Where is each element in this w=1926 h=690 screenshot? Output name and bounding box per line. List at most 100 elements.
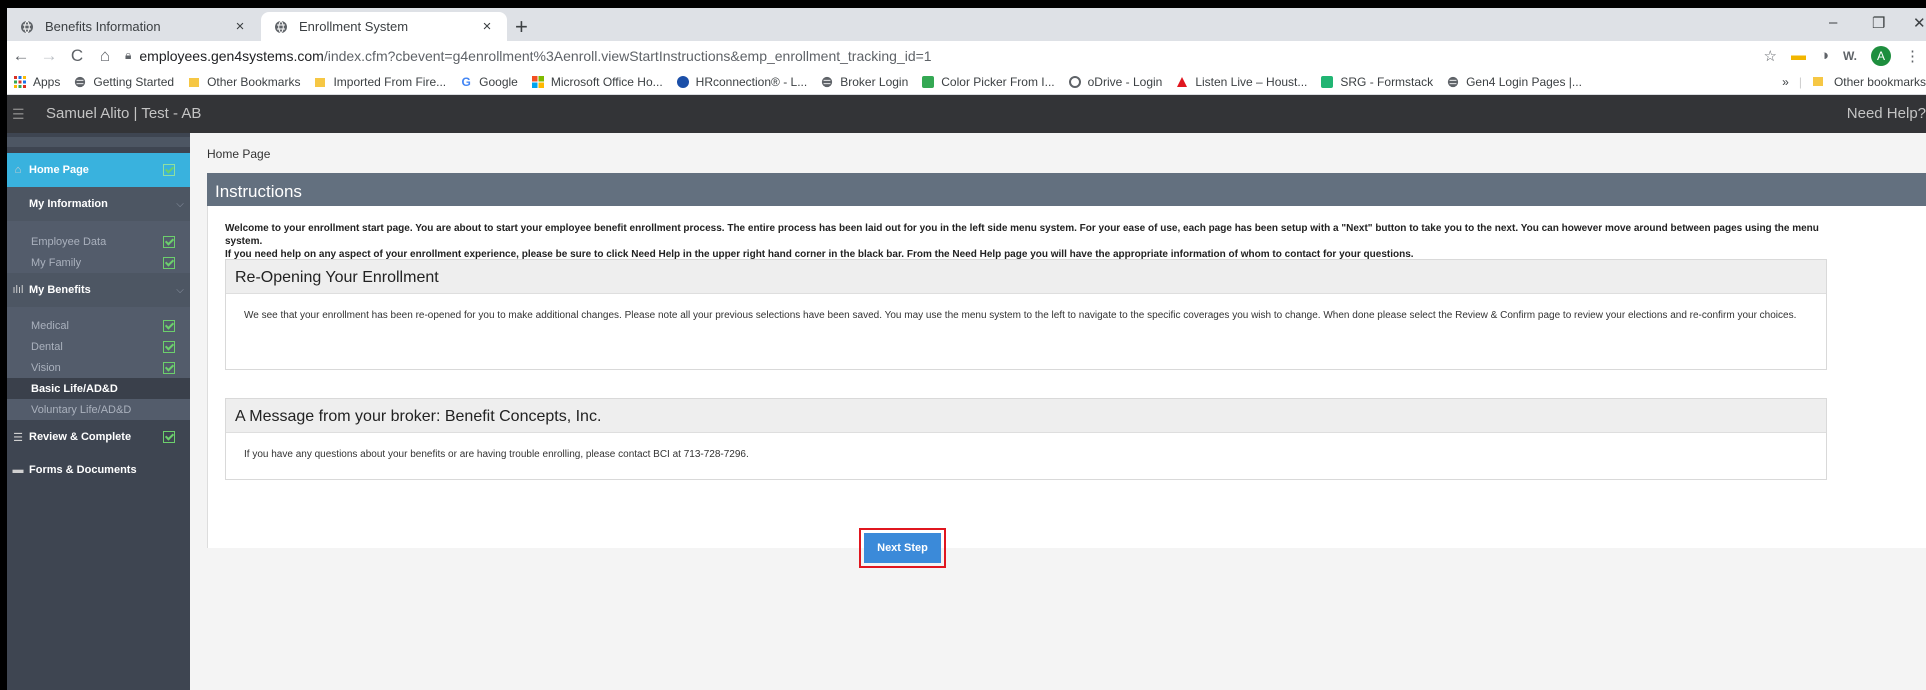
bookmark-microsoft[interactable]: Microsoft Office Ho... bbox=[531, 75, 663, 89]
check-icon bbox=[163, 256, 175, 269]
sidebar-item-label: Home Page bbox=[29, 164, 89, 176]
need-help-link[interactable]: Need Help? bbox=[1847, 105, 1926, 122]
other-bookmarks-link[interactable]: Other bookmarks bbox=[1834, 75, 1926, 89]
home-icon: ⌂ bbox=[14, 164, 22, 176]
sidebar-spacer bbox=[7, 221, 190, 231]
bookmark-formstack[interactable]: SRG - Formstack bbox=[1320, 75, 1433, 89]
bookmark-label: Apps bbox=[33, 75, 61, 89]
sidebar-item-label: Basic Life/AD&D bbox=[31, 382, 118, 395]
sidebar-item-basic-life[interactable]: Basic Life/AD&D bbox=[7, 378, 190, 399]
hrconnection-icon bbox=[676, 75, 690, 89]
sidebar-item-home[interactable]: ⌂ Home Page bbox=[7, 153, 197, 187]
bookmark-label: Google bbox=[479, 75, 518, 89]
globe-icon bbox=[1446, 75, 1460, 89]
profile-avatar[interactable]: A bbox=[1871, 45, 1891, 66]
more-menu-icon[interactable]: ⋮ bbox=[1905, 47, 1920, 65]
tab-benefits-information[interactable]: Benefits Information × bbox=[7, 12, 260, 41]
sidebar-item-dental[interactable]: Dental bbox=[7, 336, 190, 357]
check-icon bbox=[163, 319, 175, 332]
bookmarks-overflow-icon[interactable]: » bbox=[1782, 75, 1789, 89]
sidebar-section-label: My Information bbox=[29, 198, 108, 210]
sidebar-item-voluntary-life[interactable]: Voluntary Life/AD&D bbox=[7, 399, 190, 420]
star-icon[interactable]: ☆ bbox=[1763, 47, 1776, 65]
address-bar[interactable]: 🔒︎ employees.gen4systems.com/index.cfm?c… bbox=[125, 48, 932, 64]
bookmark-gen4-login[interactable]: Gen4 Login Pages |... bbox=[1446, 75, 1582, 89]
sidebar-section-label: My Benefits bbox=[29, 284, 91, 296]
folder-icon bbox=[1812, 75, 1824, 90]
next-step-highlight: Next Step bbox=[859, 528, 946, 568]
close-tab-icon[interactable]: × bbox=[230, 18, 250, 35]
bookmark-odrive[interactable]: oDrive - Login bbox=[1068, 75, 1162, 89]
bookmark-label: Imported From Fire... bbox=[333, 75, 447, 89]
bookmark-label: Listen Live – Houst... bbox=[1195, 75, 1308, 89]
sidebar: ⌂ Home Page My Information ⌵ Employee Da… bbox=[7, 133, 197, 690]
sidebar-item-review-complete[interactable]: ☰ Review & Complete bbox=[7, 421, 190, 453]
sidebar-item-forms-documents[interactable]: ▬ Forms & Documents bbox=[7, 454, 190, 486]
main-content: Home Page Instructions Welcome to your e… bbox=[190, 133, 1926, 690]
close-window-icon[interactable]: ✕ bbox=[1913, 14, 1926, 32]
globe-icon bbox=[273, 19, 289, 35]
sidebar-item-label: Medical bbox=[31, 319, 69, 332]
bookmark-listen-live[interactable]: Listen Live – Houst... bbox=[1175, 75, 1307, 89]
reopen-enrollment-box: Re-Opening Your Enrollment We see that y… bbox=[225, 259, 1827, 370]
forward-icon[interactable]: → bbox=[35, 46, 63, 66]
bookmark-other-bookmarks[interactable]: Other Bookmarks bbox=[187, 75, 300, 89]
back-icon[interactable]: ← bbox=[7, 46, 35, 66]
bookmark-broker-login[interactable]: Broker Login bbox=[820, 75, 908, 89]
bookmark-label: Microsoft Office Ho... bbox=[550, 75, 663, 89]
tab-title: Enrollment System bbox=[299, 19, 409, 34]
sidebar-item-label: Vision bbox=[31, 361, 61, 374]
sidebar-item-label: Forms & Documents bbox=[29, 464, 137, 476]
sidebar-item-label: Review & Complete bbox=[29, 431, 132, 443]
sidebar-section-my-benefits[interactable]: ılıl My Benefits ⌵ bbox=[7, 273, 190, 307]
restore-icon[interactable]: ❐ bbox=[1872, 14, 1885, 32]
extension-icon[interactable]: ▬ bbox=[1791, 47, 1806, 64]
instructions-panel: Welcome to your enrollment start page. Y… bbox=[207, 206, 1926, 568]
globe-icon bbox=[820, 75, 834, 89]
sidebar-item-medical[interactable]: Medical bbox=[7, 315, 190, 336]
separator: | bbox=[1798, 75, 1802, 89]
extension-circle-icon[interactable]: ◑ bbox=[1820, 47, 1829, 64]
tab-enrollment-system[interactable]: Enrollment System × bbox=[261, 12, 507, 41]
check-icon bbox=[163, 235, 175, 248]
briefcase-icon: ▬ bbox=[12, 464, 24, 476]
bookmark-color-picker[interactable]: Color Picker From I... bbox=[921, 75, 1055, 89]
intro-paragraph-1: Welcome to your enrollment start page. Y… bbox=[225, 223, 1819, 247]
bookmark-google[interactable]: G Google bbox=[459, 75, 518, 89]
broker-text: If you have any questions about your ben… bbox=[244, 449, 749, 460]
bookmark-imported[interactable]: Imported From Fire... bbox=[313, 75, 446, 89]
breadcrumb: Home Page bbox=[207, 147, 271, 161]
bookmark-label: Other Bookmarks bbox=[207, 75, 301, 89]
minimize-icon[interactable]: – bbox=[1829, 14, 1837, 31]
next-step-button[interactable]: Next Step bbox=[864, 533, 941, 563]
bookmarks-bar: Apps Getting Started Other Bookmarks Imp… bbox=[7, 70, 1926, 95]
apps-grid-icon bbox=[13, 75, 27, 89]
check-icon bbox=[163, 164, 175, 176]
sidebar-item-vision[interactable]: Vision bbox=[7, 357, 190, 378]
list-icon: ☰ bbox=[13, 431, 23, 444]
folder-icon bbox=[187, 75, 201, 89]
check-icon bbox=[163, 431, 175, 443]
close-tab-icon[interactable]: × bbox=[477, 18, 497, 35]
sidebar-item-my-family[interactable]: My Family bbox=[7, 252, 190, 273]
bookmark-label: Broker Login bbox=[840, 75, 909, 89]
panel-title: Instructions bbox=[207, 173, 1926, 206]
bookmark-label: Getting Started bbox=[93, 75, 175, 89]
sidebar-item-employee-data[interactable]: Employee Data bbox=[7, 231, 190, 252]
bookmark-getting-started[interactable]: Getting Started bbox=[73, 75, 174, 89]
bookmark-hrconnection[interactable]: HRconnection® - L... bbox=[676, 75, 807, 89]
extension-w-icon[interactable]: W. bbox=[1843, 49, 1857, 63]
color-picker-icon bbox=[921, 75, 935, 89]
sidebar-section-my-information[interactable]: My Information ⌵ bbox=[7, 187, 190, 221]
url-path: /index.cfm?cbevent=g4enrollment%3Aenroll… bbox=[323, 47, 932, 64]
url-host: employees.gen4systems.com bbox=[139, 47, 324, 64]
globe-icon bbox=[19, 19, 35, 35]
reload-icon[interactable]: C bbox=[63, 46, 91, 66]
bar-chart-icon: ılıl bbox=[12, 284, 24, 296]
sidebar-item-label: Employee Data bbox=[31, 235, 107, 248]
bookmark-apps[interactable]: Apps bbox=[13, 75, 60, 89]
odrive-icon bbox=[1068, 75, 1082, 89]
home-icon[interactable]: ⌂ bbox=[91, 46, 119, 66]
new-tab-button[interactable]: + bbox=[515, 14, 528, 40]
hamburger-menu-icon[interactable]: ☰ bbox=[12, 106, 25, 123]
